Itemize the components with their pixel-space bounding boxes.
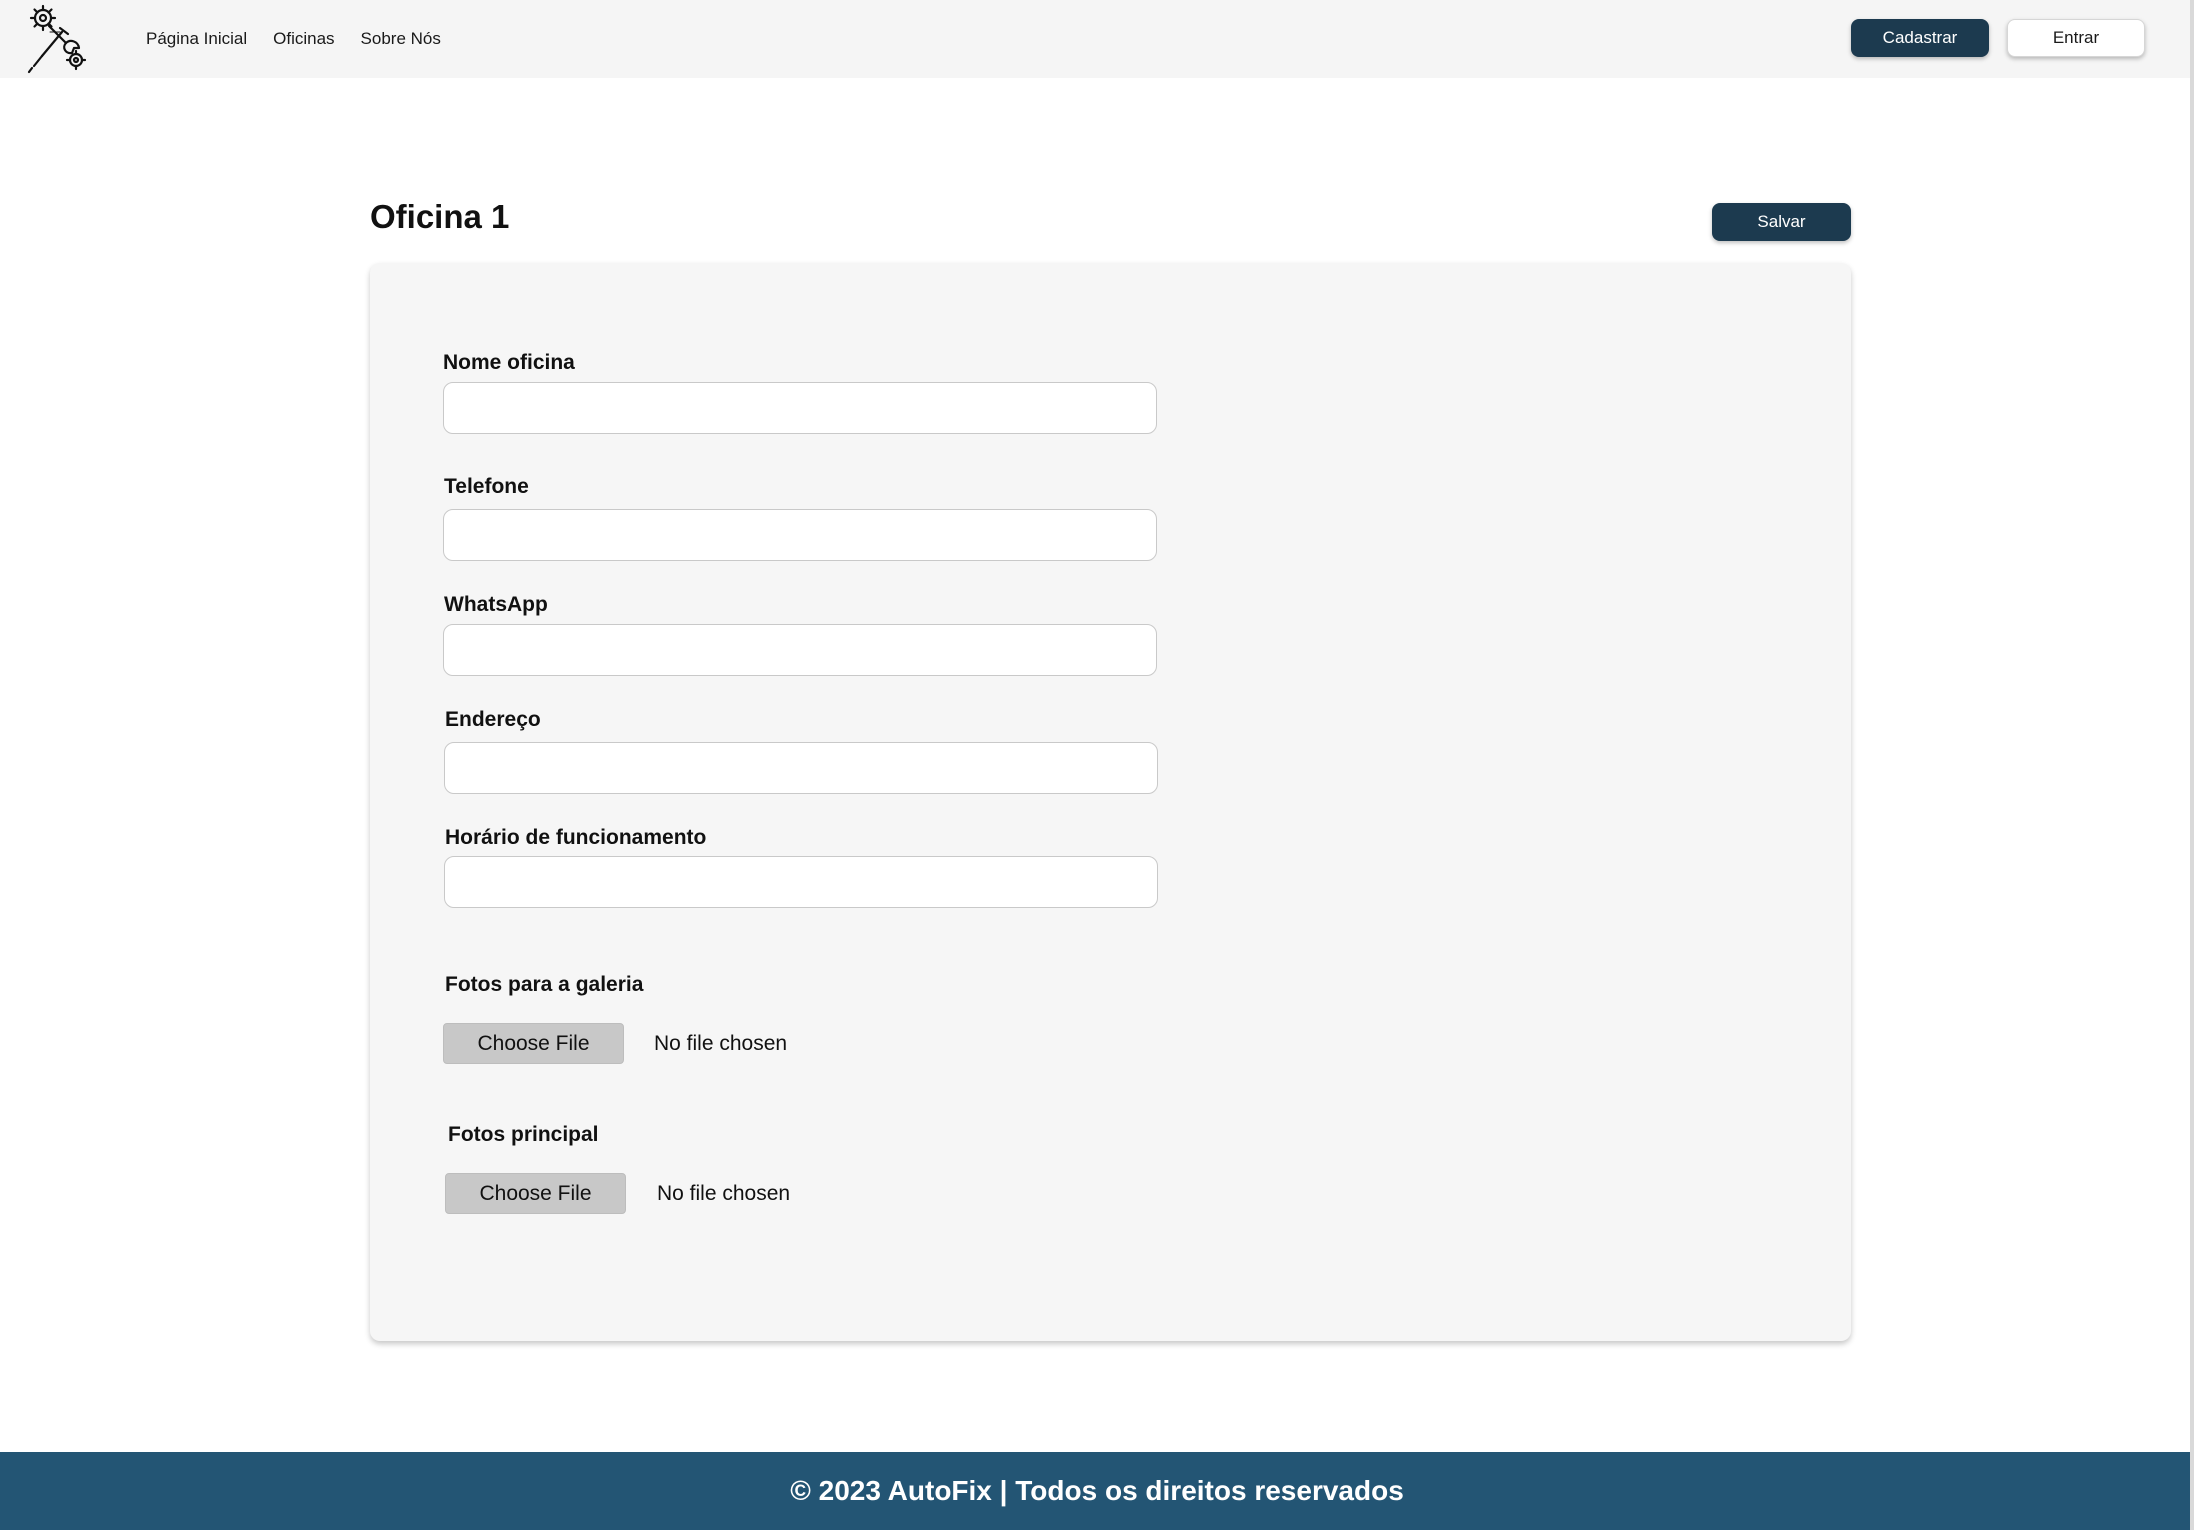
workshop-name-input[interactable] <box>443 382 1157 434</box>
workshop-name-label: Nome oficina <box>443 351 575 374</box>
save-button[interactable]: Salvar <box>1712 203 1851 241</box>
whatsapp-input[interactable] <box>443 624 1157 676</box>
nav-link-about[interactable]: Sobre Nós <box>361 29 441 49</box>
footer-copyright: © 2023 AutoFix | Todos os direitos reser… <box>790 1475 1404 1506</box>
main-photo-choose-file-button[interactable]: Choose File <box>445 1173 626 1214</box>
workshop-form-card: Nome oficina Telefone WhatsApp Endereço … <box>370 263 1851 1341</box>
phone-input[interactable] <box>443 509 1157 561</box>
main-photo-label: Fotos principal <box>448 1123 599 1146</box>
phone-label: Telefone <box>444 475 529 498</box>
login-button[interactable]: Entrar <box>2007 19 2145 57</box>
page-scrollbar[interactable] <box>2190 0 2194 1530</box>
nav-link-home[interactable]: Página Inicial <box>146 29 247 49</box>
gallery-photos-label: Fotos para a galeria <box>445 973 644 996</box>
opening-hours-label: Horário de funcionamento <box>445 826 707 849</box>
gallery-choose-file-button[interactable]: Choose File <box>443 1023 624 1064</box>
nav-link-workshops[interactable]: Oficinas <box>273 29 334 49</box>
whatsapp-label: WhatsApp <box>444 593 548 616</box>
address-label: Endereço <box>445 708 541 731</box>
page-title: Oficina 1 <box>370 198 510 235</box>
address-input[interactable] <box>444 742 1158 794</box>
gallery-file-status: No file chosen <box>654 1032 788 1055</box>
opening-hours-input[interactable] <box>444 856 1158 908</box>
footer: © 2023 AutoFix | Todos os direitos reser… <box>0 1452 2194 1530</box>
top-navbar: Página Inicial Oficinas Sobre Nós Cadast… <box>0 0 2194 78</box>
register-button[interactable]: Cadastrar <box>1851 19 1989 57</box>
mechanic-tools-logo-icon[interactable] <box>22 2 92 76</box>
main-photo-file-status: No file chosen <box>657 1182 791 1205</box>
nav-links: Página Inicial Oficinas Sobre Nós <box>146 0 441 78</box>
